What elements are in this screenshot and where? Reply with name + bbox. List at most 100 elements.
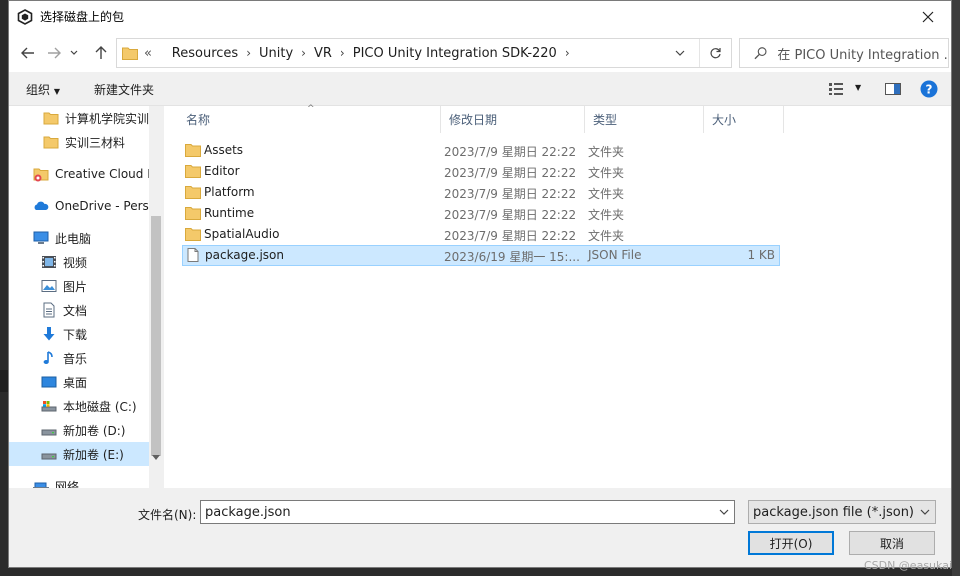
sidebar-item-label: 计算机学院实训二: [65, 111, 149, 126]
scrollbar-thumb[interactable]: [151, 216, 161, 456]
filetype-dropdown-button[interactable]: [915, 501, 935, 523]
search-placeholder: 在 PICO Unity Integration ...: [777, 47, 948, 63]
file-row[interactable]: Runtime 2023/7/9 星期日 22:22 文件夹: [182, 203, 780, 224]
sidebar-item-onedrive[interactable]: OneDrive - Perso: [9, 194, 149, 218]
sidebar-item-label: 网络: [55, 479, 80, 489]
sidebar-item-this-pc[interactable]: 此电脑: [9, 226, 149, 250]
column-header-size[interactable]: 大小: [704, 106, 784, 133]
column-header-name[interactable]: 名称: [178, 106, 441, 133]
music-icon: [43, 351, 53, 364]
sidebar-item-documents[interactable]: 文档: [9, 298, 149, 322]
sidebar-item-label: 本地磁盘 (C:): [63, 399, 137, 414]
sidebar-scrollbar[interactable]: [149, 106, 163, 488]
breadcrumb-overflow[interactable]: «: [144, 46, 152, 61]
column-header-date[interactable]: 修改日期: [441, 106, 585, 133]
filetype-select[interactable]: package.json file (*.json): [748, 500, 936, 524]
sidebar-item-label: Creative Cloud F: [55, 167, 149, 181]
breadcrumb-item[interactable]: PICO Unity Integration SDK-220: [353, 46, 557, 61]
file-row[interactable]: Assets 2023/7/9 星期日 22:22 文件夹: [182, 140, 780, 161]
sidebar-item-folder[interactable]: 计算机学院实训二: [9, 106, 149, 130]
file-row-selected[interactable]: package.json 2023/6/19 星期一 15:... JSON F…: [182, 245, 780, 266]
filename-field[interactable]: package.json: [200, 500, 735, 524]
breadcrumb-separator: [160, 46, 164, 60]
folder-icon: [185, 228, 201, 241]
sidebar-item-videos[interactable]: 视频: [9, 250, 149, 274]
column-label: 修改日期: [449, 113, 498, 127]
file-date: 2023/7/9 星期日 22:22: [444, 208, 577, 222]
file-type: 文件夹: [588, 187, 625, 201]
documents-icon: [43, 302, 55, 318]
up-button[interactable]: [90, 42, 112, 64]
refresh-button[interactable]: [699, 39, 731, 67]
view-dropdown-icon[interactable]: ▼: [855, 83, 861, 92]
breadcrumb-separator-icon[interactable]: ›: [565, 46, 570, 60]
navigation-pane[interactable]: 计算机学院实训二 实训三材料 Creative Cloud F OneDrive…: [9, 106, 149, 488]
sidebar-item-label: 下载: [63, 327, 88, 342]
file-name: Editor: [204, 164, 240, 178]
preview-pane-icon[interactable]: [885, 83, 901, 95]
forward-button[interactable]: [43, 42, 65, 64]
column-header-type[interactable]: 类型: [585, 106, 704, 133]
new-folder-button[interactable]: 新建文件夹: [94, 81, 154, 98]
file-row[interactable]: SpatialAudio 2023/7/9 星期日 22:22 文件夹: [182, 224, 780, 245]
chevron-down-icon: [70, 50, 78, 55]
recent-locations-button[interactable]: [67, 42, 81, 64]
system-drive-icon: [41, 401, 57, 412]
sidebar-item-network[interactable]: 网络: [9, 474, 149, 488]
file-list: ^ 名称 修改日期 类型 大小 Assets 2023/7/9 星期日 22:2…: [164, 104, 951, 488]
view-options-icon[interactable]: [829, 83, 847, 95]
breadcrumb-item[interactable]: VR: [314, 46, 332, 61]
scroll-down-icon[interactable]: [152, 455, 160, 460]
back-button[interactable]: [17, 42, 39, 64]
breadcrumb-separator-icon[interactable]: ›: [340, 46, 345, 60]
sidebar-item-label: 新加卷 (E:): [63, 447, 124, 462]
window-title: 选择磁盘上的包: [40, 10, 125, 24]
main-content: 计算机学院实训二 实训三材料 Creative Cloud F OneDrive…: [9, 104, 951, 488]
file-row[interactable]: Platform 2023/7/9 星期日 22:22 文件夹: [182, 182, 780, 203]
search-input[interactable]: 在 PICO Unity Integration ...: [739, 38, 949, 68]
folder-icon: [122, 47, 138, 60]
sidebar-item-downloads[interactable]: 下载: [9, 322, 149, 346]
arrow-right-icon: [48, 47, 61, 59]
filetype-value: package.json file (*.json): [753, 504, 915, 520]
sidebar-item-label: 实训三材料: [65, 135, 126, 150]
filename-label: 文件名(N):: [138, 508, 197, 522]
organize-menu[interactable]: 组织 ▼: [26, 81, 60, 98]
onedrive-icon: [34, 201, 49, 210]
sidebar-item-creative-cloud[interactable]: Creative Cloud F: [9, 162, 149, 186]
drive-icon: [41, 429, 57, 436]
breadcrumb-separator-icon[interactable]: ›: [301, 46, 306, 60]
sidebar-item-label: 此电脑: [55, 231, 92, 246]
file-icon: [187, 248, 199, 262]
breadcrumb-item[interactable]: Resources: [172, 46, 238, 61]
sidebar-item-pictures[interactable]: 图片: [9, 274, 149, 298]
cancel-button[interactable]: 取消: [849, 531, 935, 555]
column-label: 名称: [186, 113, 211, 127]
sidebar-item-desktop[interactable]: 桌面: [9, 370, 149, 394]
help-icon[interactable]: ?: [920, 80, 938, 98]
sidebar-item-drive-c[interactable]: 本地磁盘 (C:): [9, 394, 149, 418]
downloads-icon: [43, 327, 55, 341]
sidebar-item-drive-e[interactable]: 新加卷 (E:): [9, 442, 149, 466]
sidebar-item-music[interactable]: 音乐: [9, 346, 149, 370]
filename-dropdown-button[interactable]: [714, 501, 734, 523]
sidebar-item-label: 视频: [63, 255, 88, 270]
open-button[interactable]: 打开(O): [748, 531, 834, 555]
address-bar[interactable]: « Resources › Unity › VR › PICO Unity In…: [116, 38, 732, 68]
folder-icon: [43, 112, 59, 125]
title-bar: 选择磁盘上的包: [9, 1, 951, 32]
svg-text:?: ?: [926, 83, 933, 97]
file-size: 1 KB: [747, 248, 775, 262]
breadcrumb-item[interactable]: Unity: [259, 46, 293, 61]
sidebar-item-label: 文档: [63, 303, 88, 318]
folder-icon: [185, 207, 201, 220]
close-button[interactable]: [905, 1, 951, 32]
file-name: Assets: [204, 143, 244, 157]
breadcrumb-separator-icon[interactable]: ›: [246, 46, 251, 60]
caret-down-icon: ▼: [53, 87, 60, 96]
sidebar-item-folder[interactable]: 实训三材料: [9, 130, 149, 154]
address-history-dropdown[interactable]: [669, 39, 691, 67]
file-row[interactable]: Editor 2023/7/9 星期日 22:22 文件夹: [182, 161, 780, 182]
sidebar-item-drive-d[interactable]: 新加卷 (D:): [9, 418, 149, 442]
file-date: 2023/7/9 星期日 22:22: [444, 229, 577, 243]
